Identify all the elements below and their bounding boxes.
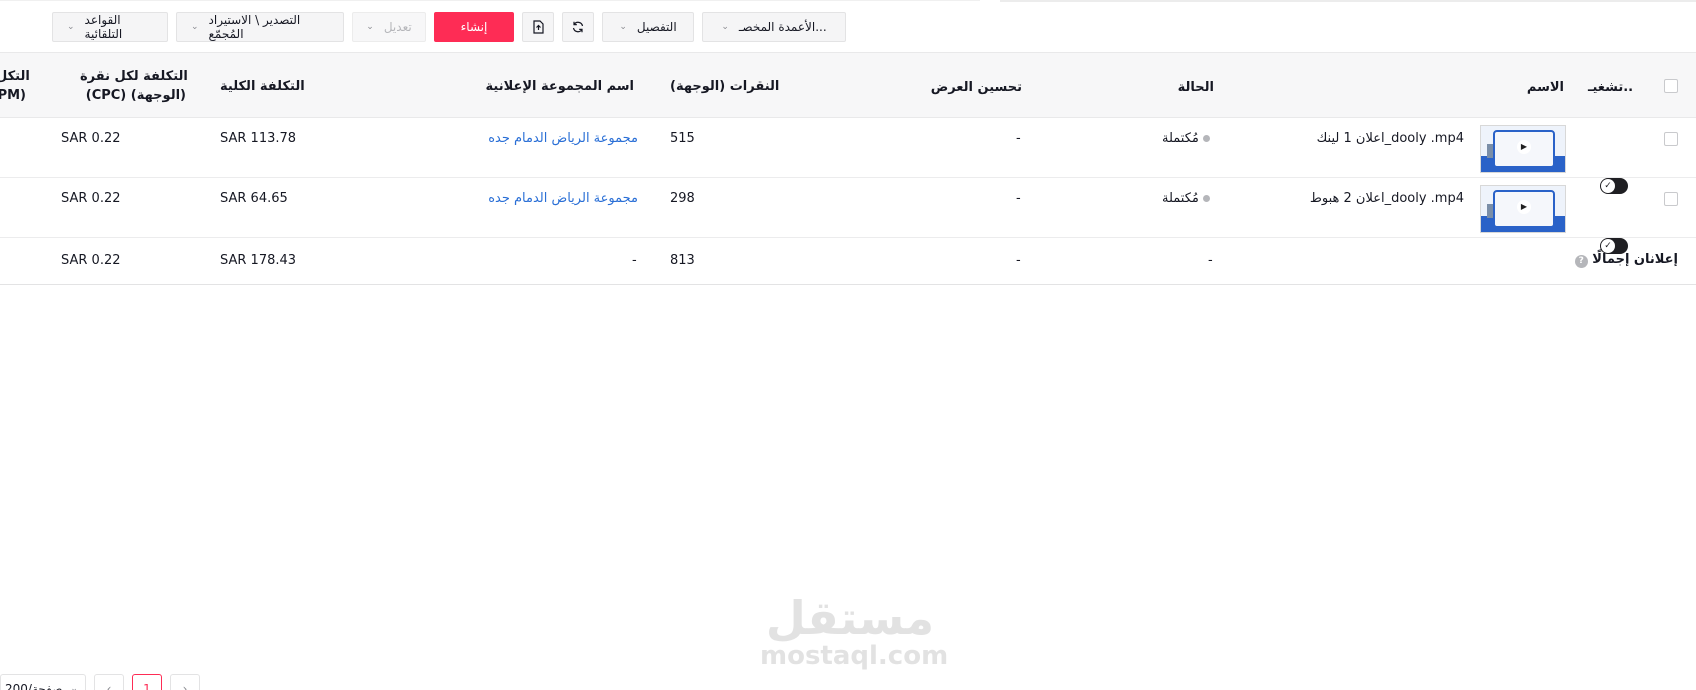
total-label-text: إعلانان إجمالًا xyxy=(1592,252,1678,267)
pagination: 200/صفحة ⌄ ‹ 1 › xyxy=(0,674,200,690)
refresh-icon xyxy=(572,21,584,33)
column-total-cost-header[interactable]: التكلفة الكلية xyxy=(220,77,305,96)
ad-group-link[interactable]: مجموعة الرياض الدمام جده xyxy=(470,191,638,206)
breakdown-dropdown[interactable]: ⌄ التفصيل xyxy=(602,12,694,42)
ads-table: التكل PM) التكلفة لكل نقرة (CPC) (الوجهة… xyxy=(0,52,1696,285)
top-divider-right xyxy=(1000,0,1696,2)
cpc-header-line2: (CPC) (الوجهة) xyxy=(85,88,186,103)
clicks-value: 298 xyxy=(670,191,695,206)
play-icon: ▶ xyxy=(1517,140,1531,154)
optimization-value: - xyxy=(1016,131,1021,146)
next-page-button[interactable]: › xyxy=(170,674,200,690)
video-thumbnail[interactable]: ▶ xyxy=(1480,125,1566,173)
column-name-header[interactable]: الاسم xyxy=(1520,78,1564,97)
total-row: SAR 0.22 SAR 178.43 - 813 - - إعلانان إج… xyxy=(0,238,1696,285)
chevron-down-icon: ⌄ xyxy=(70,684,78,690)
export-import-dropdown[interactable]: ⌄ التصدير \ الاستيراد المُجمّع xyxy=(176,12,344,42)
auto-rules-dropdown[interactable]: ⌄ القواعد التلقائية xyxy=(52,12,168,42)
status-dot-icon xyxy=(1203,195,1210,202)
total-cpc-value: SAR 0.22 xyxy=(61,253,121,268)
status-dot-icon xyxy=(1203,135,1210,142)
custom-columns-dropdown[interactable]: ⌄ الأعمدة المخصـ... xyxy=(702,12,846,42)
watermark-latin: mostaql.com xyxy=(760,641,949,671)
video-thumbnail[interactable]: ▶ xyxy=(1480,185,1566,233)
select-all-checkbox[interactable] xyxy=(1664,79,1678,93)
play-icon: ▶ xyxy=(1517,200,1531,214)
cpm-header-line1: التكل xyxy=(0,69,30,84)
edit-dropdown[interactable]: ⌄ تعديل xyxy=(352,12,426,42)
page-size-select[interactable]: 200/صفحة ⌄ xyxy=(0,674,86,690)
table-row: SAR 0.22 SAR 64.65 مجموعة الرياض الدمام … xyxy=(0,178,1696,254)
chevron-down-icon: ⌄ xyxy=(721,22,729,32)
ad-name[interactable]: dooly .mp4_اعلان 1 لينك xyxy=(1260,131,1464,146)
column-ad-group-header[interactable]: اسم المجموعة الإعلانية xyxy=(480,77,635,96)
refresh-button[interactable] xyxy=(562,12,594,42)
table-header: التكل PM) التكلفة لكل نقرة (CPC) (الوجهة… xyxy=(0,52,1696,118)
ad-group-link[interactable]: مجموعة الرياض الدمام جده xyxy=(470,131,638,146)
total-ad-group-value: - xyxy=(632,253,637,268)
total-cost-sum-value: SAR 178.43 xyxy=(220,253,297,268)
custom-columns-label: الأعمدة المخصـ... xyxy=(738,20,827,34)
create-button[interactable]: إنشاء xyxy=(434,12,514,42)
total-cost-value: SAR 64.65 xyxy=(220,191,288,206)
create-label: إنشاء xyxy=(460,20,488,34)
status-text: مُكتملة xyxy=(1162,131,1199,146)
cpc-value: SAR 0.22 xyxy=(61,191,121,206)
column-clicks-header[interactable]: النقرات (الوجهة) xyxy=(670,77,779,96)
watermark-arabic: مستقل xyxy=(765,591,935,645)
prev-page-button[interactable]: ‹ xyxy=(94,674,124,690)
clicks-value: 515 xyxy=(670,131,695,146)
column-operation-header[interactable]: تشغيـ.. xyxy=(1588,78,1633,97)
chevron-right-icon: › xyxy=(182,682,188,690)
breakdown-label: التفصيل xyxy=(636,20,677,34)
upload-button[interactable] xyxy=(522,12,554,42)
column-optimization-header[interactable]: تحسين العرض xyxy=(920,78,1022,97)
toolbar: ⌄ القواعد التلقائية ⌄ التصدير \ الاستيرا… xyxy=(52,12,846,42)
cpm-header-line2: PM) xyxy=(0,88,26,103)
page-size-label: 200/صفحة xyxy=(5,682,63,690)
auto-rules-label: القواعد التلقائية xyxy=(84,13,123,41)
chevron-left-icon: ‹ xyxy=(106,682,112,690)
chevron-down-icon: ⌄ xyxy=(366,22,374,32)
chevron-down-icon: ⌄ xyxy=(191,22,199,32)
export-import-label: التصدير \ الاستيراد المُجمّع xyxy=(208,13,301,41)
column-cpc-header[interactable]: التكلفة لكل نقرة (CPC) (الوجهة) xyxy=(80,67,188,105)
status-badge: مُكتملة xyxy=(1130,191,1210,206)
optimization-value: - xyxy=(1016,191,1021,206)
total-optimization-value: - xyxy=(1016,253,1021,268)
chevron-down-icon: ⌄ xyxy=(67,22,75,32)
page-1-button[interactable]: 1 xyxy=(132,674,162,690)
upload-file-icon xyxy=(533,20,544,34)
help-icon[interactable]: ? xyxy=(1574,255,1588,268)
watermark: مستقل mostaql.com xyxy=(760,591,949,671)
edit-label: تعديل xyxy=(383,20,412,34)
column-status-header[interactable]: الحالة xyxy=(1170,78,1214,97)
cpc-value: SAR 0.22 xyxy=(61,131,121,146)
status-text: مُكتملة xyxy=(1162,191,1199,206)
row-checkbox[interactable] xyxy=(1664,132,1678,146)
cpc-header-line1: التكلفة لكل نقرة xyxy=(80,69,188,84)
top-divider xyxy=(0,0,980,1)
table-row: SAR 0.22 SAR 113.78 مجموعة الرياض الدمام… xyxy=(0,118,1696,194)
total-clicks-value: 813 xyxy=(670,253,695,268)
total-cost-value: SAR 113.78 xyxy=(220,131,297,146)
column-cpm-header[interactable]: التكل PM) xyxy=(0,67,30,105)
row-checkbox[interactable] xyxy=(1664,192,1678,206)
status-badge: مُكتملة xyxy=(1130,131,1210,146)
total-status-value: - xyxy=(1208,253,1213,268)
ad-name[interactable]: dooly .mp4_اعلان 2 هبوط xyxy=(1260,191,1464,206)
total-label: إعلانان إجمالًا ? xyxy=(1574,252,1678,268)
chevron-down-icon: ⌄ xyxy=(619,22,627,32)
